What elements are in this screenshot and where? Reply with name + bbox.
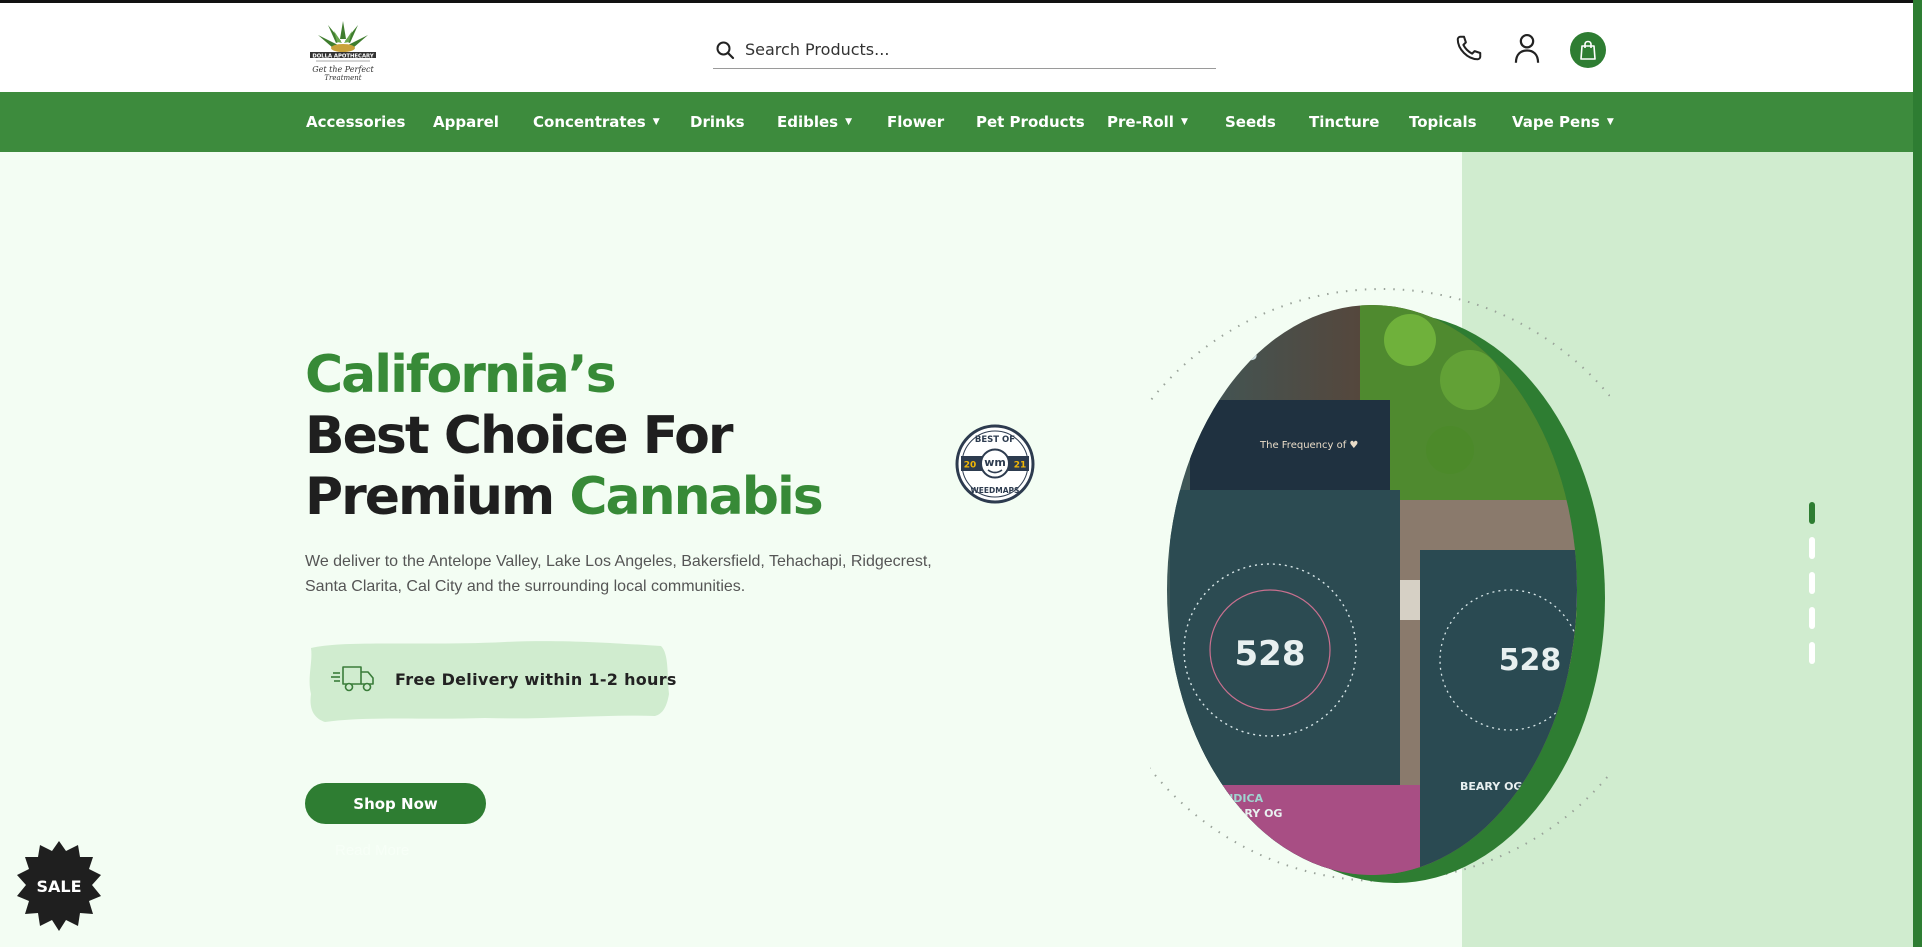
nav-item-seeds[interactable]: Seeds <box>1225 92 1276 152</box>
chevron-down-icon: ▼ <box>652 117 660 127</box>
nav-item-apparel[interactable]: Apparel <box>433 92 499 152</box>
chevron-down-icon: ▼ <box>845 117 853 127</box>
delivery-truck-icon <box>331 666 374 692</box>
hero-description: We deliver to the Antelope Valley, Lake … <box>305 553 932 595</box>
product-strain-name: BEARY OG <box>1220 807 1282 820</box>
slider-dot-2[interactable] <box>1809 537 1815 559</box>
nav-item-topicals[interactable]: Topicals <box>1409 92 1477 152</box>
product-brand-top: 528 <box>1212 341 1258 366</box>
nav-item-pre-roll[interactable]: Pre-Roll ▼ <box>1107 92 1188 152</box>
slider-dot-4[interactable] <box>1809 607 1815 629</box>
slider-dot-3[interactable] <box>1809 572 1815 594</box>
badge-bottom-text: WEEDMAPS <box>971 486 1020 495</box>
badge-year-right: 21 <box>1014 461 1027 471</box>
badge-year-left: 20 <box>964 461 977 471</box>
nav-item-label: Seeds <box>1225 113 1276 131</box>
slider-dot-1[interactable] <box>1809 502 1815 524</box>
product-tagline: The Frequency of ♥ <box>1259 440 1358 451</box>
nav-item-label: Flower <box>887 113 945 131</box>
nav-item-label: Drinks <box>690 113 745 131</box>
nav-item-label: Concentrates <box>533 113 646 131</box>
headline-line-2: Best Choice For <box>305 406 734 466</box>
chevron-down-icon: ▼ <box>1606 117 1614 127</box>
headline-line-1: California’s <box>305 345 617 405</box>
sale-badge[interactable]: SALE <box>13 841 105 933</box>
headline-line-3-highlight: Cannabis <box>569 467 823 527</box>
search-input[interactable] <box>745 40 1205 59</box>
site-header: DOLLA APOTHECARY Get the Perfect Treatme… <box>0 0 1913 92</box>
nav-item-label: Pre-Roll <box>1107 113 1174 131</box>
category-nav: Accessories Apparel Concentrates ▼ Drinks… <box>0 92 1913 152</box>
product-strain-type: INDICA <box>1220 792 1264 805</box>
search-bar[interactable] <box>713 31 1216 69</box>
nav-item-label: Vape Pens <box>1512 113 1600 131</box>
nav-item-label: Accessories <box>306 113 406 131</box>
phone-icon <box>1456 35 1482 61</box>
svg-text:Get the Perfect: Get the Perfect <box>312 65 374 74</box>
nav-item-label: Edibles <box>777 113 839 131</box>
nav-item-concentrates[interactable]: Concentrates ▼ <box>533 92 660 152</box>
shop-now-button[interactable]: Shop Now <box>305 783 486 824</box>
weedmaps-award-badge: BEST OF WEEDMAPS 20 21 wm <box>955 424 1035 504</box>
headline-line-3: Premium <box>305 467 570 527</box>
nav-item-tincture[interactable]: Tincture <box>1309 92 1379 152</box>
nav-item-label: Topicals <box>1409 113 1477 131</box>
svg-text:Treatment: Treatment <box>324 74 361 82</box>
slider-dot-5[interactable] <box>1809 642 1815 664</box>
slider-pagination <box>1809 502 1817 672</box>
nav-item-label: Pet Products <box>976 113 1085 131</box>
user-icon <box>1514 33 1540 63</box>
chevron-down-icon: ▼ <box>1180 117 1188 127</box>
nav-item-drinks[interactable]: Drinks <box>690 92 745 152</box>
product-strain-name-right: BEARY OG <box>1460 780 1522 793</box>
badge-center-text: wm <box>984 456 1006 469</box>
product-brand-main: 528 <box>1235 634 1306 674</box>
brand-logo[interactable]: DOLLA APOTHECARY Get the Perfect Treatme… <box>306 17 380 85</box>
hero-headline: California’s Best Choice For Premium Can… <box>305 345 824 528</box>
cart-button[interactable] <box>1570 32 1606 68</box>
read-more-link[interactable]: Read More <box>335 842 409 859</box>
sale-badge-text: SALE <box>36 877 81 896</box>
nav-item-pet-products[interactable]: Pet Products <box>976 92 1085 152</box>
hero-product-image: The Frequency of ♥ 528 528 INDICA BEARY … <box>1150 288 1610 883</box>
nav-item-label: Tincture <box>1309 113 1380 131</box>
search-icon[interactable] <box>715 40 735 60</box>
nav-item-edibles[interactable]: Edibles ▼ <box>777 92 852 152</box>
account-button[interactable] <box>1510 31 1544 65</box>
nav-item-flower[interactable]: Flower <box>887 92 944 152</box>
nav-item-label: Apparel <box>433 113 499 131</box>
nav-item-accessories[interactable]: Accessories <box>306 92 405 152</box>
delivery-text: Free Delivery within 1-2 hours <box>395 670 677 689</box>
phone-button[interactable] <box>1452 31 1486 65</box>
shopping-bag-icon <box>1580 40 1596 60</box>
product-brand-right: 528 <box>1499 643 1562 678</box>
delivery-callout: Free Delivery within 1-2 hours <box>305 634 676 722</box>
badge-top-text: BEST OF <box>975 435 1015 445</box>
svg-text:DOLLA APOTHECARY: DOLLA APOTHECARY <box>312 53 374 59</box>
nav-item-vape-pens[interactable]: Vape Pens ▼ <box>1512 92 1614 152</box>
scrollbar[interactable] <box>1913 0 1922 947</box>
